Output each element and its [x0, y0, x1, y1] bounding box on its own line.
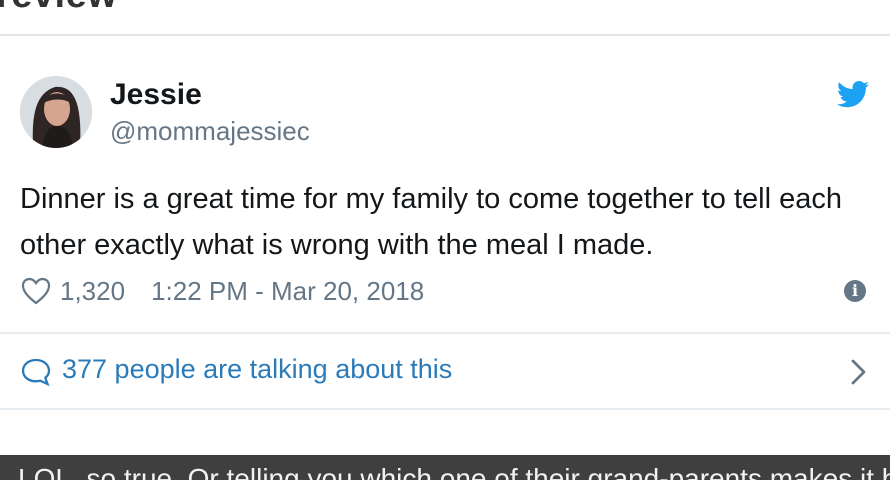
tweet-card[interactable]: Jessie @mommajessiec Dinner is a great t… — [0, 36, 890, 332]
tweet-text: Dinner is a great time for my family to … — [20, 183, 843, 261]
conversation-link[interactable]: 377 people are talking about this — [0, 334, 890, 408]
author-handle[interactable]: @mommajessiec — [110, 116, 310, 147]
like-count[interactable]: 1,320 — [60, 276, 125, 307]
page-heading: review — [0, 0, 117, 17]
conversation-divider — [0, 408, 890, 410]
heart-icon[interactable] — [20, 276, 52, 306]
avatar-image — [20, 76, 92, 148]
author-name[interactable]: Jessie — [110, 78, 202, 112]
embedded-tweet-page: review Jessie @mommajessiec Dinner is a … — [0, 0, 890, 480]
tweet-metadata: 1,320 1:22 PM - Mar 20, 2018 — [20, 274, 424, 308]
comment-preview-band: LOL, so true. Or telling you which one o… — [0, 455, 890, 480]
tweet-timestamp[interactable]: 1:22 PM - Mar 20, 2018 — [151, 276, 424, 307]
conversation-count-link[interactable]: 377 people are talking about this — [62, 354, 452, 385]
chevron-right-icon[interactable] — [850, 358, 868, 386]
speech-bubble-icon — [20, 356, 52, 388]
twitter-bird-icon[interactable] — [836, 80, 870, 110]
author-avatar[interactable] — [20, 76, 92, 148]
comment-preview-text: LOL, so true. Or telling you which one o… — [18, 463, 890, 480]
info-icon[interactable]: i — [844, 280, 866, 302]
